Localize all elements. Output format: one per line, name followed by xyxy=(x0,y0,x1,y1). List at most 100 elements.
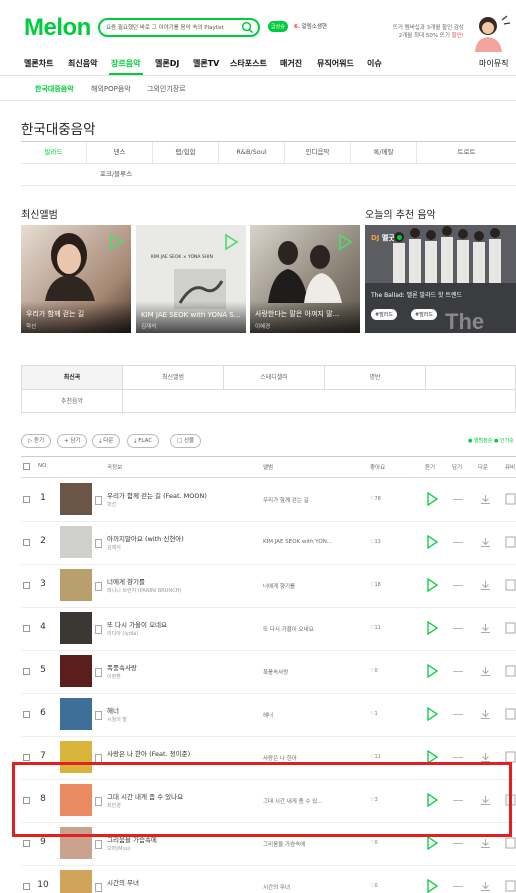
add-to-playlist-icon[interactable] xyxy=(453,843,463,844)
play-icon[interactable] xyxy=(426,836,438,850)
subnav-korean-pop[interactable]: 한국대중음악 xyxy=(35,84,74,94)
play-icon[interactable] xyxy=(336,233,354,251)
play-icon[interactable] xyxy=(426,535,438,549)
album-title[interactable]: 우리가 함께 걷는 길 xyxy=(26,309,126,319)
row-checkbox[interactable] xyxy=(23,668,30,675)
song-title[interactable]: 헤너 xyxy=(107,705,267,715)
song-title[interactable]: 사랑은 나 한아 (Feat. 정이준) xyxy=(107,748,267,758)
download-icon[interactable] xyxy=(480,623,491,634)
album-thumbnail[interactable] xyxy=(60,698,92,730)
album-thumbnail[interactable] xyxy=(60,483,92,515)
row-checkbox[interactable] xyxy=(23,754,30,761)
album-name[interactable]: 헤너 xyxy=(263,711,359,719)
flac-button[interactable]: ⤓ FLAC xyxy=(127,434,160,448)
play-icon[interactable] xyxy=(107,233,125,251)
melon-logo[interactable]: Melon xyxy=(24,14,91,42)
album-thumbnail[interactable] xyxy=(60,569,92,601)
artist-name[interactable]: 오마(Muu) xyxy=(107,845,131,852)
song-title[interactable]: 너에게 향기를 xyxy=(107,576,267,586)
play-icon[interactable] xyxy=(426,621,438,635)
nav-melon-dj[interactable]: 멜론DJ xyxy=(155,58,179,69)
album-card-3[interactable]: 사랑한다는 말은 아껴지 말... 이혜경 xyxy=(250,225,360,333)
add-to-playlist-icon[interactable] xyxy=(453,714,463,715)
like-count[interactable]: ♡0 xyxy=(370,883,378,889)
nav-melon-chart[interactable]: 멜론차트 xyxy=(24,58,53,69)
album-thumbnail[interactable] xyxy=(60,655,92,687)
album-thumbnail[interactable] xyxy=(60,870,92,893)
album-thumbnail[interactable] xyxy=(60,526,92,558)
music-video-icon[interactable] xyxy=(505,665,516,677)
artist-name[interactable]: 파니니 브런치 (PANINI BRUNCH) xyxy=(107,587,181,594)
album-artist[interactable]: 이혜경 xyxy=(255,322,270,330)
nav-new-music[interactable]: 최신음악 xyxy=(68,58,97,69)
play-icon[interactable] xyxy=(426,664,438,678)
music-video-icon[interactable] xyxy=(505,622,516,634)
genre-trot[interactable]: 트로트 xyxy=(417,142,516,164)
music-video-icon[interactable] xyxy=(505,493,516,505)
search-icon[interactable] xyxy=(241,21,254,34)
play-icon[interactable] xyxy=(222,233,240,251)
song-info-icon[interactable] xyxy=(95,668,102,677)
music-video-icon[interactable] xyxy=(505,837,516,849)
song-info-icon[interactable] xyxy=(95,582,102,591)
like-count[interactable]: ♡1 xyxy=(370,711,378,717)
row-checkbox[interactable] xyxy=(23,539,30,546)
search-box[interactable]: 요즘 필요했던 바로 그 이야기를 음악 속의 Playlist xyxy=(98,18,260,37)
tab-latest-albums[interactable]: 최신앨범 xyxy=(123,366,224,390)
like-count[interactable]: ♡18 xyxy=(370,582,381,588)
tab-classic-albums[interactable]: 명반 xyxy=(325,366,426,390)
song-title[interactable]: 아끼지말아요 (with 신현아) xyxy=(107,533,267,543)
genre-ballad[interactable]: 발라드 xyxy=(21,142,87,164)
genre-rnb[interactable]: R&B/Soul xyxy=(219,142,285,164)
like-count[interactable]: ♡0 xyxy=(370,840,378,846)
add-button[interactable]: + 담기 xyxy=(57,434,88,448)
play-icon[interactable] xyxy=(426,578,438,592)
play-icon[interactable] xyxy=(426,879,438,893)
song-title[interactable]: 우리가 함께 걷는 길 (Feat. MOON) xyxy=(107,490,267,500)
gift-button[interactable]: □ 선물 xyxy=(170,434,202,448)
nav-melon-tv[interactable]: 멜론TV xyxy=(193,58,219,69)
promo-banner[interactable]: 뜨거 멤버십과 3개월 할인 감상 2개월 최대 50% 뜨기 할인! xyxy=(368,24,464,40)
dj-label[interactable]: DJ 멜굿 xyxy=(371,233,403,243)
table-row[interactable]: 3 너에게 향기를 파니니 브런치 (PANINI BRUNCH) 너에게 향기를 ♡1… xyxy=(21,565,516,608)
tag-chip[interactable]: #발라드 xyxy=(411,309,437,320)
song-info-icon[interactable] xyxy=(95,496,102,505)
album-name[interactable]: 또 다시 가을이 오네요 xyxy=(263,625,359,633)
row-checkbox[interactable] xyxy=(23,883,30,890)
album-thumbnail[interactable] xyxy=(60,612,92,644)
table-row[interactable]: 5 폭풍속사랑 이창환 폭풍속사랑 ♡0 xyxy=(21,651,516,694)
nav-star-post[interactable]: 스타포스트 xyxy=(230,58,267,69)
album-title[interactable]: 사랑한다는 말은 아껴지 말... xyxy=(255,309,355,319)
select-all-checkbox[interactable] xyxy=(23,463,30,470)
row-checkbox[interactable] xyxy=(23,840,30,847)
album-name[interactable]: 사랑은 나 한아 xyxy=(263,754,359,762)
song-title[interactable]: 폭풍속사랑 xyxy=(107,662,267,672)
table-row[interactable]: 6 헤너 시월의 말 헤너 ♡1 xyxy=(21,694,516,737)
add-to-playlist-icon[interactable] xyxy=(453,886,463,887)
genre-rock[interactable]: 록/메탈 xyxy=(351,142,417,164)
artist-name[interactable]: 이창환 xyxy=(107,673,121,680)
nav-genre-music[interactable]: 장르음악 xyxy=(111,58,140,69)
album-card-1[interactable]: 우리가 함께 걷는 길 학선 xyxy=(21,225,131,333)
album-name[interactable]: 너에게 향기를 xyxy=(263,582,359,590)
tab-steady-seller[interactable]: 스테디셀러 xyxy=(224,366,325,390)
row-checkbox[interactable] xyxy=(23,711,30,718)
download-icon[interactable] xyxy=(480,580,491,591)
album-artist[interactable]: 학선 xyxy=(26,322,36,330)
dj-playlist-title[interactable]: The Ballad: 멜론 발라드 핫 트렌드 xyxy=(371,290,462,299)
dj-playlist-card[interactable]: The DJ 멜굿 The Ballad: 멜론 발라드 핫 트렌드 #발라드 … xyxy=(365,225,516,333)
tab-recommended[interactable]: 추천음악 xyxy=(22,390,123,414)
nav-magazine[interactable]: 매거진 xyxy=(280,58,302,69)
genre-hiphop[interactable]: 랩/힙합 xyxy=(153,142,219,164)
row-checkbox[interactable] xyxy=(23,625,30,632)
table-row[interactable]: 1 우리가 함께 걷는 길 (Feat. MOON) 학선 우리가 함께 걷는 길 ♡7… xyxy=(21,479,516,522)
song-info-icon[interactable] xyxy=(95,883,102,892)
genre-dance[interactable]: 댄스 xyxy=(87,142,153,164)
album-name[interactable]: KIM JAE SEOK with YON... xyxy=(263,539,359,545)
song-info-icon[interactable] xyxy=(95,711,102,720)
add-to-playlist-icon[interactable] xyxy=(453,585,463,586)
nav-music-award[interactable]: 뮤직어워드 xyxy=(317,58,354,69)
add-to-playlist-icon[interactable] xyxy=(453,628,463,629)
add-to-playlist-icon[interactable] xyxy=(453,671,463,672)
artist-name[interactable]: 학선 xyxy=(107,501,116,508)
